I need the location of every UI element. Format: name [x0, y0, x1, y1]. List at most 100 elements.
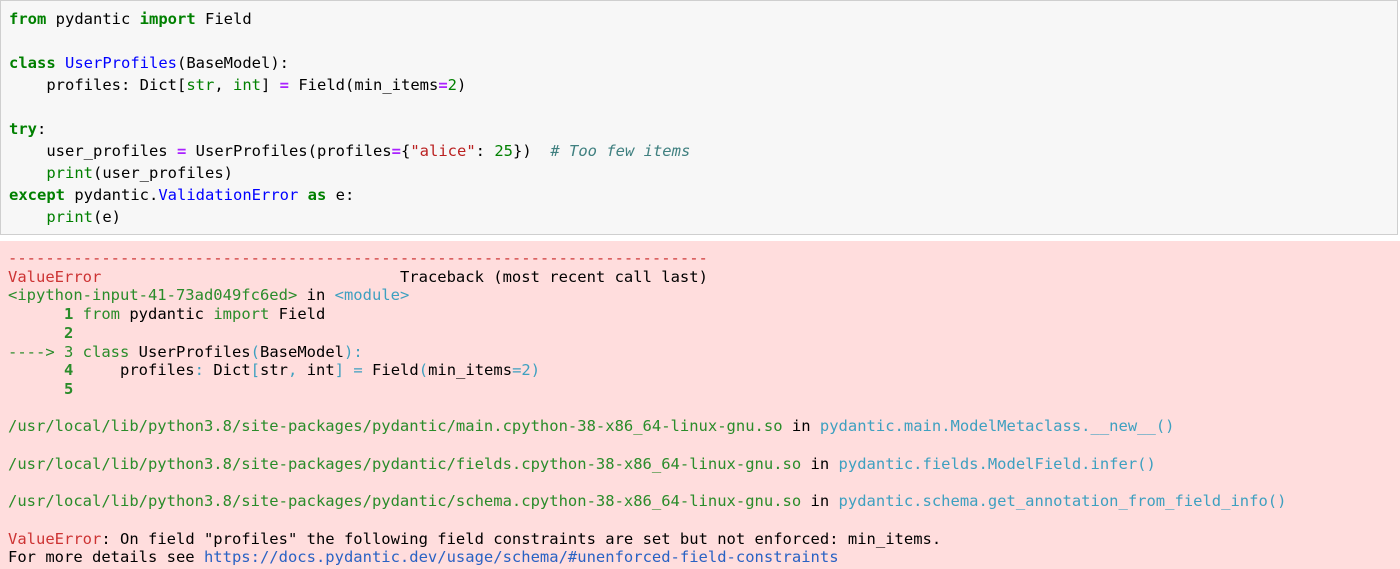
- code-token: =2): [512, 361, 541, 380]
- code-token: ValueError: [8, 267, 102, 286]
- traceback-line: /usr/local/lib/python3.8/site-packages/p…: [8, 492, 1286, 511]
- error-output-cell: ----------------------------------------…: [0, 241, 1400, 569]
- code-token: in: [782, 417, 820, 436]
- code-token: (BaseModel):: [177, 54, 289, 72]
- code-token: ,: [288, 361, 298, 380]
- code-token: ValueError: [8, 529, 102, 548]
- traceback-line: ----------------------------------------…: [8, 249, 708, 268]
- code-line: try:: [9, 119, 46, 139]
- code-token: pydantic.fields.ModelField.infer(): [838, 454, 1156, 473]
- code-token: ,: [214, 76, 233, 94]
- code-token: 25: [494, 142, 513, 160]
- traceback-line: ----> 3 class UserProfiles(BaseModel):: [8, 343, 363, 362]
- code-token: pydantic.schema.get_annotation_from_fiel…: [838, 492, 1287, 511]
- code-token: 1: [8, 305, 74, 324]
- code-token: :: [475, 142, 495, 160]
- code-token: Dict: [204, 361, 251, 380]
- traceback-line: 4 profiles: Dict[str, int] = Field(min_i…: [8, 361, 540, 380]
- code-token: in: [801, 454, 839, 473]
- code-token: ]: [334, 361, 345, 380]
- code-token: import: [139, 10, 196, 28]
- code-token: ----> 3: [8, 342, 74, 361]
- traceback-line: <ipython-input-41-73ad049fc6ed> in <modu…: [8, 286, 409, 305]
- traceback-line: 5: [8, 380, 73, 399]
- code-token: from: [73, 305, 120, 324]
- code-line: class UserProfiles(BaseModel):: [9, 53, 289, 73]
- code-token: BaseModel: [260, 342, 344, 361]
- code-token: pydantic.main.ModelMetaclass.__new__(): [819, 417, 1175, 436]
- code-token: except: [9, 186, 65, 204]
- code-line: profiles: Dict[str, int] = Field(min_ite…: [9, 75, 466, 95]
- code-token: UserProfiles(profiles: [186, 142, 392, 160]
- code-token: pydantic: [65, 186, 149, 204]
- code-token: in: [801, 492, 839, 511]
- code-token: {: [400, 142, 411, 160]
- code-token: =: [438, 76, 448, 94]
- code-token: int: [232, 76, 261, 94]
- code-token: }): [513, 142, 551, 160]
- code-token: ): [457, 76, 467, 94]
- code-token: e:: [326, 186, 355, 204]
- code-token: =: [353, 361, 363, 380]
- code-token: ----------------------------------------…: [8, 249, 708, 267]
- code-token: :: [37, 120, 47, 138]
- code-token: profiles: [73, 361, 195, 380]
- code-token: 5: [8, 379, 74, 398]
- code-token: in: [297, 286, 335, 305]
- code-token: =: [391, 142, 401, 160]
- code-token: ValidationError: [158, 186, 299, 204]
- code-token: Field: [362, 361, 419, 380]
- code-token: =: [176, 142, 187, 160]
- code-token: (: [418, 361, 429, 380]
- code-token: Traceback (most recent call last): [101, 267, 708, 286]
- code-token: /usr/local/lib/python3.8/site-packages/p…: [8, 417, 783, 436]
- code-token: <module>: [334, 286, 410, 305]
- code-token: /usr/local/lib/python3.8/site-packages/p…: [8, 492, 802, 511]
- code-token: For more details see: [8, 548, 204, 567]
- traceback-line: 2: [8, 324, 73, 343]
- code-token: str: [186, 76, 215, 94]
- code-token: <ipython-input-41-73ad049fc6ed>: [8, 286, 298, 305]
- traceback-line: 1 from pydantic import Field: [8, 305, 325, 324]
- code-token: 4: [8, 361, 74, 380]
- code-token: 2: [447, 76, 457, 94]
- code-token: [: [250, 361, 261, 380]
- code-token: pydantic: [46, 10, 140, 28]
- code-input-cell[interactable]: from pydantic import Field class UserProf…: [0, 0, 1398, 235]
- code-token: "alice": [410, 142, 476, 160]
- code-token: class: [73, 342, 130, 361]
- code-line: except pydantic.ValidationError as e:: [9, 185, 354, 205]
- code-token: user_profiles: [9, 142, 177, 160]
- code-line: print(user_profiles): [9, 163, 233, 183]
- code-token: profiles: Dict[: [9, 76, 187, 94]
- code-token: ):: [344, 342, 363, 361]
- code-token: ]: [260, 76, 280, 94]
- code-token: int: [297, 361, 335, 380]
- code-token: Field: [195, 10, 252, 28]
- code-token: Field: [269, 305, 326, 324]
- code-token: (user_profiles): [93, 164, 233, 182]
- code-token: import: [213, 305, 270, 324]
- traceback-line: ValueError Traceback (most recent call l…: [8, 268, 708, 287]
- code-token: min_items: [428, 361, 513, 380]
- traceback-line: /usr/local/lib/python3.8/site-packages/p…: [8, 455, 1156, 474]
- traceback-line: For more details see https://docs.pydant…: [8, 548, 839, 567]
- code-token: (e): [93, 208, 121, 226]
- code-token: print: [46, 164, 93, 182]
- code-token: Field(min_items: [289, 76, 439, 94]
- code-token: pydantic: [120, 305, 214, 324]
- code-token: UserProfiles: [65, 54, 177, 72]
- traceback-line: /usr/local/lib/python3.8/site-packages/p…: [8, 417, 1174, 436]
- code-token: class: [9, 54, 56, 72]
- code-token: =: [279, 76, 289, 94]
- code-token[interactable]: https://docs.pydantic.dev/usage/schema/#…: [204, 548, 839, 566]
- code-line: user_profiles = UserProfiles(profiles={"…: [9, 141, 690, 161]
- code-token: /usr/local/lib/python3.8/site-packages/p…: [8, 454, 802, 473]
- code-line: from pydantic import Field: [9, 9, 252, 29]
- code-token: UserProfiles: [129, 342, 251, 361]
